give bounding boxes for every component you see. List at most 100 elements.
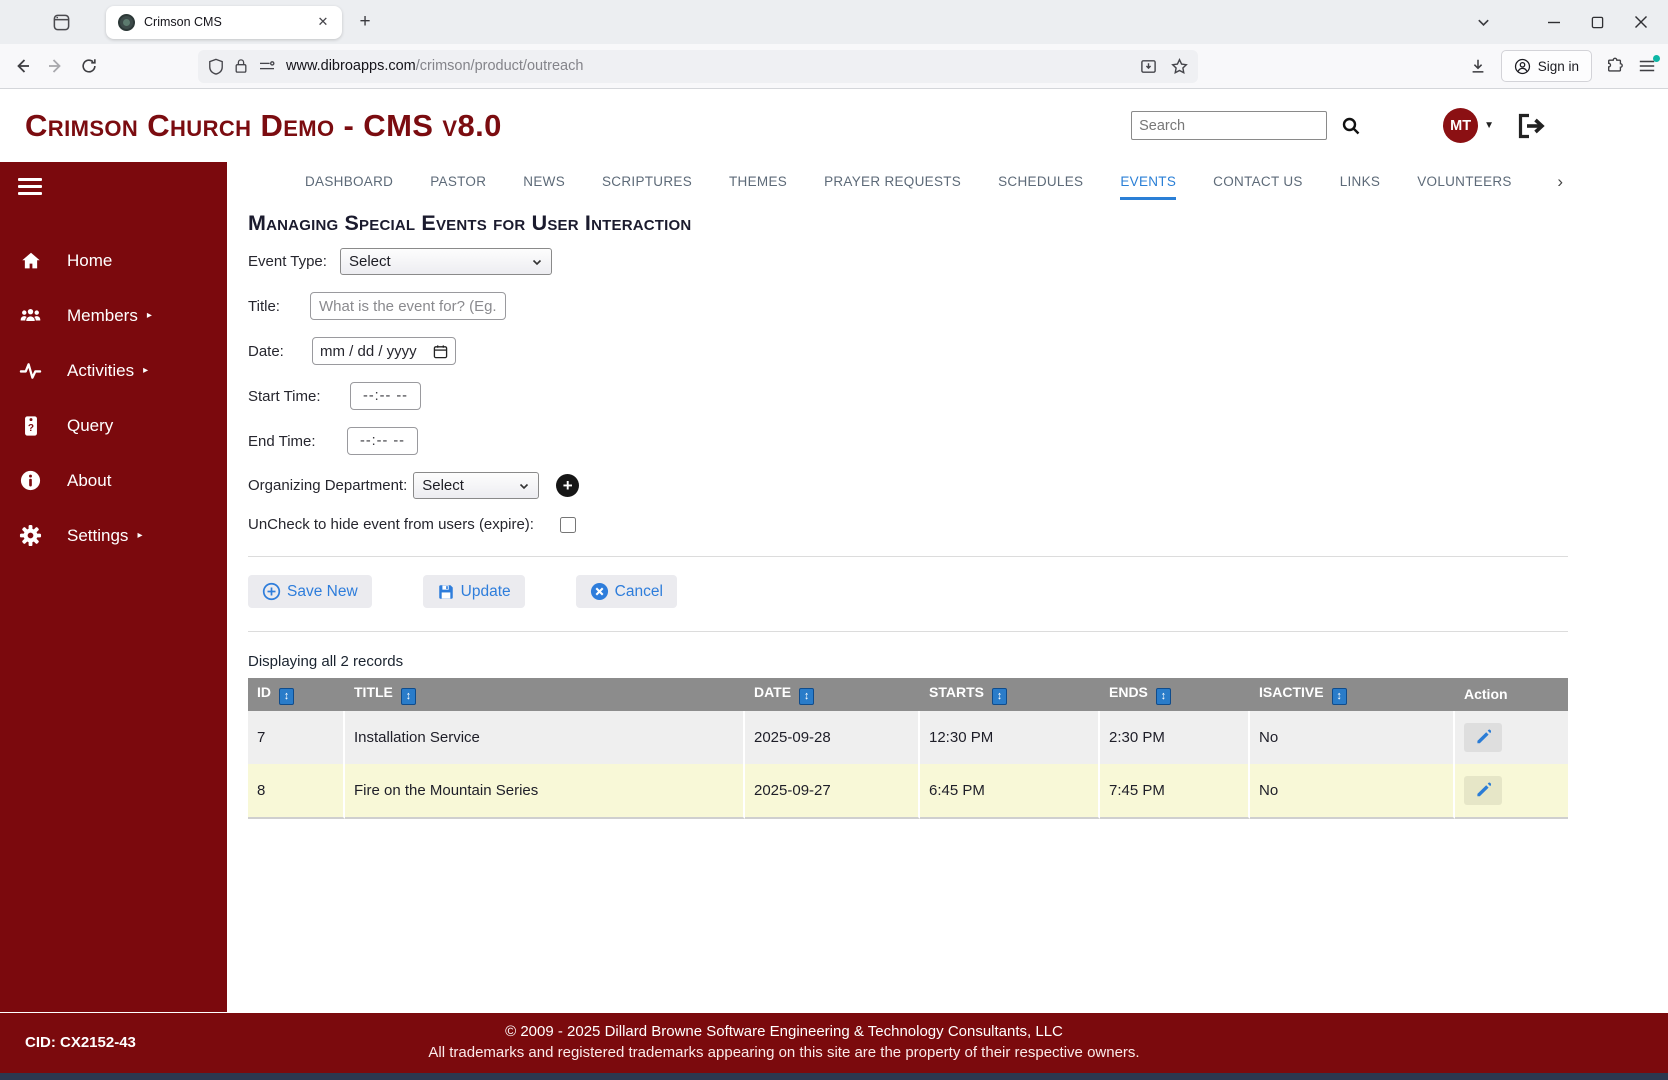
footer-bottom-strip [0,1073,1668,1080]
avatar-chevron-down-icon[interactable]: ▼ [1484,120,1494,131]
date-label: Date: [248,342,284,360]
tab-close-icon[interactable]: ✕ [312,11,334,33]
calendar-icon[interactable] [433,344,448,359]
permissions-icon[interactable] [258,59,276,73]
edit-row-button[interactable] [1464,722,1502,752]
browser-tab[interactable]: Crimson CMS ✕ [106,5,342,39]
firefox-view-icon[interactable] [46,7,76,37]
event-type-select[interactable]: Select [340,248,552,275]
extensions-puzzle-icon[interactable] [1606,57,1624,75]
sort-icon[interactable]: ↕ [991,687,1007,705]
update-button[interactable]: Update [422,575,525,608]
save-page-icon[interactable] [1140,58,1157,75]
tab-volunteers[interactable]: VOLUNTEERS [1417,174,1512,200]
search-icon[interactable] [1341,116,1361,136]
expire-label: UnCheck to hide event from users (expire… [248,516,534,533]
sidebar-item-label: About [67,470,112,490]
new-tab-button[interactable]: + [350,7,380,37]
col-label: ISACTIVE [1259,684,1324,700]
sort-icon[interactable]: ↕ [1331,687,1347,705]
records-summary: Displaying all 2 records [248,653,404,670]
tab-news[interactable]: NEWS [523,174,565,200]
sign-in-button[interactable]: Sign in [1500,50,1592,82]
sidebar-item-about[interactable]: About [0,453,227,508]
sidebar-item-members[interactable]: Members ▸ [0,288,227,343]
col-label: Action [1464,686,1508,703]
avatar[interactable]: MT [1443,108,1479,143]
reload-button[interactable] [80,57,98,75]
nav-overflow-chevron-icon[interactable]: › [1557,172,1563,200]
window-maximize-button[interactable] [1591,16,1604,29]
tab-links[interactable]: LINKS [1340,174,1381,200]
event-type-value: Select [349,253,391,270]
menu-icon[interactable] [1638,55,1660,74]
tab-themes[interactable]: THEMES [729,174,787,200]
lock-icon[interactable] [234,58,248,74]
tab-pastor[interactable]: PASTOR [430,174,486,200]
date-input[interactable]: mm / dd / yyyy [312,337,456,365]
cancel-button[interactable]: Cancel [575,575,677,608]
add-department-button[interactable]: + [556,474,580,497]
col-header-id: ID ↕ [248,678,345,711]
tab-schedules[interactable]: SCHEDULES [998,174,1083,200]
url-path: /crimson/product/outreach [415,58,584,74]
browser-toolbar: www.dibroapps.com/crimson/product/outrea… [0,44,1668,89]
pencil-icon [1475,729,1491,745]
end-time-label: End Time: [248,432,316,450]
end-time-value: --:-- -- [359,433,406,449]
title-input[interactable] [310,292,506,320]
save-new-button[interactable]: Save New [248,575,372,608]
submenu-caret: ▸ [137,530,143,541]
url-bar[interactable]: www.dibroapps.com/crimson/product/outrea… [198,49,1198,83]
tab-dashboard[interactable]: DASHBOARD [305,174,393,200]
col-header-starts: STARTS ↕ [920,678,1100,711]
sidebar-item-settings[interactable]: Settings ▸ [0,508,227,563]
downloads-icon[interactable] [1469,57,1487,75]
tab-events[interactable]: EVENTS [1120,174,1177,200]
sidebar-item-activities[interactable]: Activities ▸ [0,343,227,398]
cancel-label: Cancel [614,582,663,600]
info-icon [19,469,42,492]
sidebar-item-label: Query [67,415,114,435]
start-time-input[interactable]: --:-- -- [350,382,421,410]
tracking-shield-icon[interactable] [208,58,224,75]
sort-icon[interactable]: ↕ [799,687,815,705]
tab-list-chevron-icon[interactable] [1476,15,1491,30]
members-icon [19,304,42,327]
window-close-button[interactable] [1634,15,1648,29]
end-time-input[interactable]: --:-- -- [347,427,418,455]
sidebar-hamburger-icon[interactable] [18,174,42,199]
sidebar-item-label: Activities [67,360,135,380]
sidebar-item-home[interactable]: Home [0,233,227,288]
back-button[interactable] [12,56,32,76]
edit-row-button[interactable] [1464,775,1502,805]
sort-icon[interactable]: ↕ [1155,687,1171,705]
tab-favicon-icon [118,13,135,31]
tab-prayer-requests[interactable]: PRAYER REQUESTS [824,174,961,200]
sidebar-item-label: Settings [67,525,129,545]
cell-isactive: No [1250,763,1455,819]
tab-scriptures[interactable]: SCRIPTURES [602,174,692,200]
col-header-action: Action [1455,678,1568,711]
sidebar: Home Members ▸ Activities ▸ ? Query Abou… [0,162,227,1012]
tab-contact-us[interactable]: CONTACT US [1213,174,1303,200]
window-minimize-button[interactable] [1547,15,1561,29]
main-content: Managing Special Events for User Interac… [227,200,1668,1012]
org-dept-select[interactable]: Select [413,472,540,499]
gear-icon [19,524,42,547]
col-label: DATE [754,684,792,700]
forward-button[interactable] [46,56,66,76]
table-row: 7 Installation Service 2025-09-28 12:30 … [248,710,1568,764]
sort-icon[interactable]: ↕ [279,687,294,705]
expire-checkbox[interactable] [559,516,576,533]
col-label: ENDS [1109,684,1148,700]
cell-id: 8 [248,763,345,819]
bookmark-star-icon[interactable] [1171,57,1188,75]
url-text: www.dibroapps.com/crimson/product/outrea… [286,58,1140,74]
sort-icon[interactable]: ↕ [400,687,416,705]
sidebar-item-query[interactable]: ? Query [0,398,227,453]
search-input[interactable] [1131,111,1328,140]
title-label: Title: [248,297,280,315]
logout-icon[interactable] [1516,113,1546,139]
cell-title: Fire on the Mountain Series [345,763,745,819]
